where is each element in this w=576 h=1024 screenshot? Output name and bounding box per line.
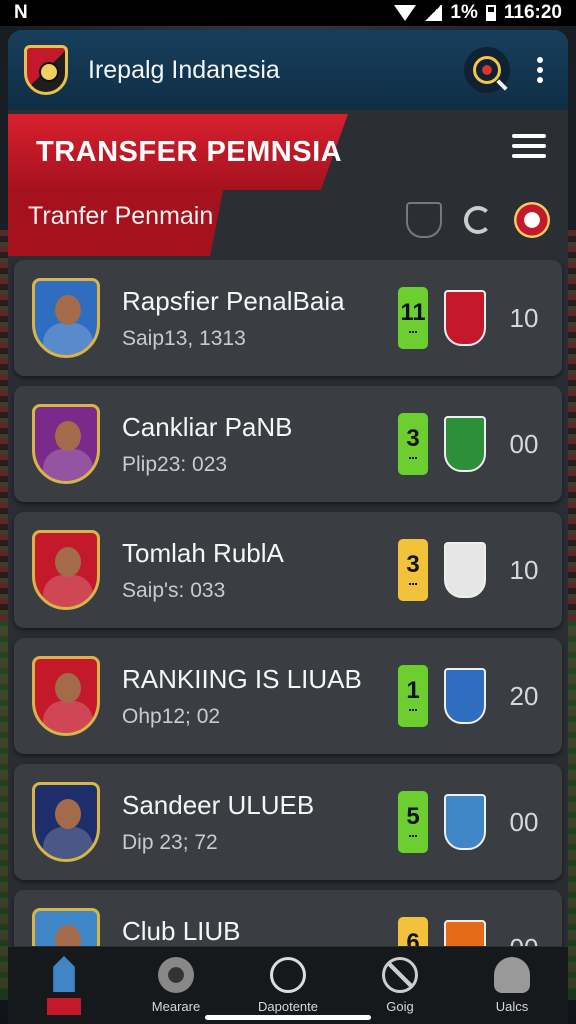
section-title: TRANSFER PEMNSIA	[36, 136, 343, 168]
noentry-icon	[382, 957, 418, 993]
player-name: Sandeer ULUEB	[122, 789, 315, 820]
club-badge-icon	[444, 290, 486, 346]
app-title: Irepalg Indanesia	[88, 55, 280, 84]
status-bar: N 1% 116:20	[0, 0, 576, 26]
signal-icon	[424, 5, 443, 21]
player-card[interactable]: Rapsfier PenalBaia Saip13, 1313 11 10	[14, 260, 562, 376]
nav-label: Dapotente	[258, 999, 318, 1014]
home-icon	[53, 956, 75, 992]
ball-icon	[158, 957, 194, 993]
rank-value: 10	[509, 302, 539, 333]
score-badge: 3	[398, 413, 428, 475]
score-badge: 3	[398, 539, 428, 601]
user-icon	[494, 957, 530, 993]
notification-icon: N	[14, 2, 28, 23]
club-ball-icon[interactable]	[514, 202, 550, 238]
score-badge: 5	[398, 791, 428, 853]
player-card[interactable]: Tomlah RublA Saip's: 033 3 10	[14, 512, 562, 628]
rank-value: 00	[509, 428, 539, 459]
rank-value: 10	[509, 554, 539, 585]
nav-item-clock[interactable]: Dapotente	[238, 957, 338, 1014]
search-button[interactable]	[464, 47, 510, 93]
player-meta: Saip's: 033	[122, 578, 226, 602]
player-crest-icon	[32, 782, 100, 862]
nav-item-ball[interactable]: Mearare	[126, 957, 226, 1014]
player-meta: Saip13, 1313	[122, 326, 246, 350]
rank-value: 00	[509, 806, 539, 837]
player-name: Rapsfier PenalBaia	[122, 285, 345, 316]
battery-percent: 1%	[450, 2, 478, 23]
shield-icon[interactable]	[406, 202, 442, 238]
nav-label	[47, 998, 81, 1015]
player-crest-icon	[32, 404, 100, 484]
bottom-navigation: Mearare Dapotente Goig Ualcs	[8, 946, 568, 1024]
player-meta: Dip 23; 72	[122, 830, 218, 854]
player-meta: Plip23: 023	[122, 452, 228, 476]
nav-label: Mearare	[151, 999, 201, 1014]
dot-icon	[537, 57, 543, 63]
app-window: Irepalg Indanesia TRANSFER PEMNSIA Tranf…	[8, 30, 568, 1024]
player-crest-icon	[32, 530, 100, 610]
refresh-icon[interactable]	[464, 206, 492, 234]
nav-item-user[interactable]: Ualcs	[462, 957, 562, 1014]
wifi-icon	[394, 5, 417, 21]
clock-time: 116:20	[503, 2, 562, 23]
player-name: Cankliar PaNB	[122, 411, 293, 442]
club-badge-icon	[444, 416, 486, 472]
battery-icon	[485, 5, 496, 21]
player-card[interactable]: Sandeer ULUEB Dip 23; 72 5 00	[14, 764, 562, 880]
nav-label: Goig	[386, 999, 414, 1014]
player-crest-icon	[32, 278, 100, 358]
club-badge-icon	[444, 668, 486, 724]
nav-item-noentry[interactable]: Goig	[350, 957, 450, 1014]
clock-icon	[270, 957, 306, 993]
search-icon	[473, 56, 501, 84]
player-meta: Ohp12; 02	[122, 704, 221, 728]
club-badge-icon	[444, 794, 486, 850]
home-indicator[interactable]	[205, 1015, 371, 1020]
rank-value: 20	[509, 680, 539, 711]
dot-icon	[537, 77, 543, 83]
top-app-bar: Irepalg Indanesia	[8, 30, 568, 110]
section-subtitle: Tranfer Penmain	[28, 202, 214, 230]
score-badge: 1	[398, 665, 428, 727]
player-card[interactable]: RANKIING IS LIUAB Ohp12; 02 1 20	[14, 638, 562, 754]
hamburger-menu-button[interactable]	[512, 134, 546, 158]
score-badge: 11	[398, 287, 428, 349]
player-list: Rapsfier PenalBaia Saip13, 1313 11 10 Cankli…	[8, 260, 568, 1006]
nav-item-home[interactable]	[14, 956, 114, 1015]
dot-icon	[537, 67, 543, 73]
player-crest-icon	[32, 656, 100, 736]
overflow-menu-button[interactable]	[528, 57, 552, 83]
section-banner: TRANSFER PEMNSIA Tranfer Penmain	[8, 110, 568, 260]
app-logo[interactable]	[24, 45, 68, 95]
nav-label: Ualcs	[495, 999, 529, 1014]
club-badge-icon	[444, 542, 486, 598]
player-card[interactable]: Cankliar PaNB Plip23: 023 3 00	[14, 386, 562, 502]
player-name: RANKIING IS LIUAB	[122, 663, 362, 694]
player-name: Club LIUB	[122, 915, 241, 946]
player-name: Tomlah RublA	[122, 537, 284, 568]
